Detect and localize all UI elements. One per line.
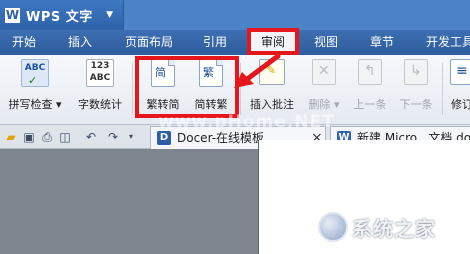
- prev-label: 上一条: [353, 98, 387, 111]
- app-menu-button[interactable]: W WPS 文字 ▼: [0, 0, 124, 30]
- chevron-down-icon: ▼: [106, 10, 113, 20]
- watermark-text: www.pHome.NET: [158, 112, 335, 132]
- site-watermark: 系统之家: [318, 212, 436, 242]
- print-icon[interactable]: ⎙: [40, 130, 54, 144]
- tab-view[interactable]: 视图: [308, 30, 344, 55]
- tab-home[interactable]: 开始: [6, 30, 42, 55]
- chevron-down-icon[interactable]: ▾: [124, 130, 138, 144]
- track-changes-icon: ≡: [450, 59, 470, 85]
- delete-comment-button[interactable]: ✕ 删除 ▾: [302, 59, 346, 119]
- track-changes-button[interactable]: ≡ 修订: [448, 59, 470, 119]
- save-icon[interactable]: ▣: [22, 130, 36, 144]
- delete-label: 删除 ▾: [308, 98, 340, 111]
- site-logo-icon: [318, 212, 348, 242]
- spell-check-icon: ABC ✓: [21, 59, 49, 87]
- open-folder-icon[interactable]: ▰: [4, 130, 18, 144]
- wps-logo-icon: W: [5, 7, 20, 23]
- spell-check-label: 拼写检查 ▾: [8, 98, 62, 111]
- word-count-label: 字数统计: [78, 98, 122, 111]
- redo-icon[interactable]: ↷: [106, 130, 120, 144]
- delete-comment-icon: ✕: [312, 59, 336, 85]
- red-arrow-annotation: [234, 53, 281, 88]
- insert-comment-label: 插入批注: [250, 98, 294, 111]
- tab-page-layout[interactable]: 页面布局: [118, 30, 180, 55]
- tab-chapter[interactable]: 章节: [364, 30, 400, 55]
- ribbon-divider: [442, 63, 443, 115]
- ribbon-divider: [132, 63, 133, 115]
- tab-developer[interactable]: 开发工具: [420, 30, 470, 55]
- next-comment-icon: ↳: [404, 59, 428, 85]
- undo-icon[interactable]: ↶: [84, 130, 98, 144]
- print-preview-icon[interactable]: ◫: [58, 130, 72, 144]
- previous-comment-icon: ↰: [358, 59, 382, 85]
- docer-icon: D: [157, 131, 171, 145]
- word-count-icon: 123 ABC: [86, 59, 114, 87]
- prev-comment-button[interactable]: ↰ 上一条: [348, 59, 392, 119]
- title-bar: W WPS 文字 ▼: [0, 0, 470, 30]
- next-label: 下一条: [399, 98, 433, 111]
- conversion-buttons-highlight: [135, 56, 239, 118]
- tab-insert[interactable]: 插入: [62, 30, 98, 55]
- modify-label: 修订: [451, 98, 470, 111]
- word-count-button[interactable]: 123 ABC 字数统计: [70, 59, 130, 119]
- next-comment-button[interactable]: ↳ 下一条: [394, 59, 438, 119]
- spell-check-button[interactable]: ABC ✓ 拼写检查 ▾: [2, 59, 68, 119]
- app-title: WPS 文字: [26, 9, 93, 25]
